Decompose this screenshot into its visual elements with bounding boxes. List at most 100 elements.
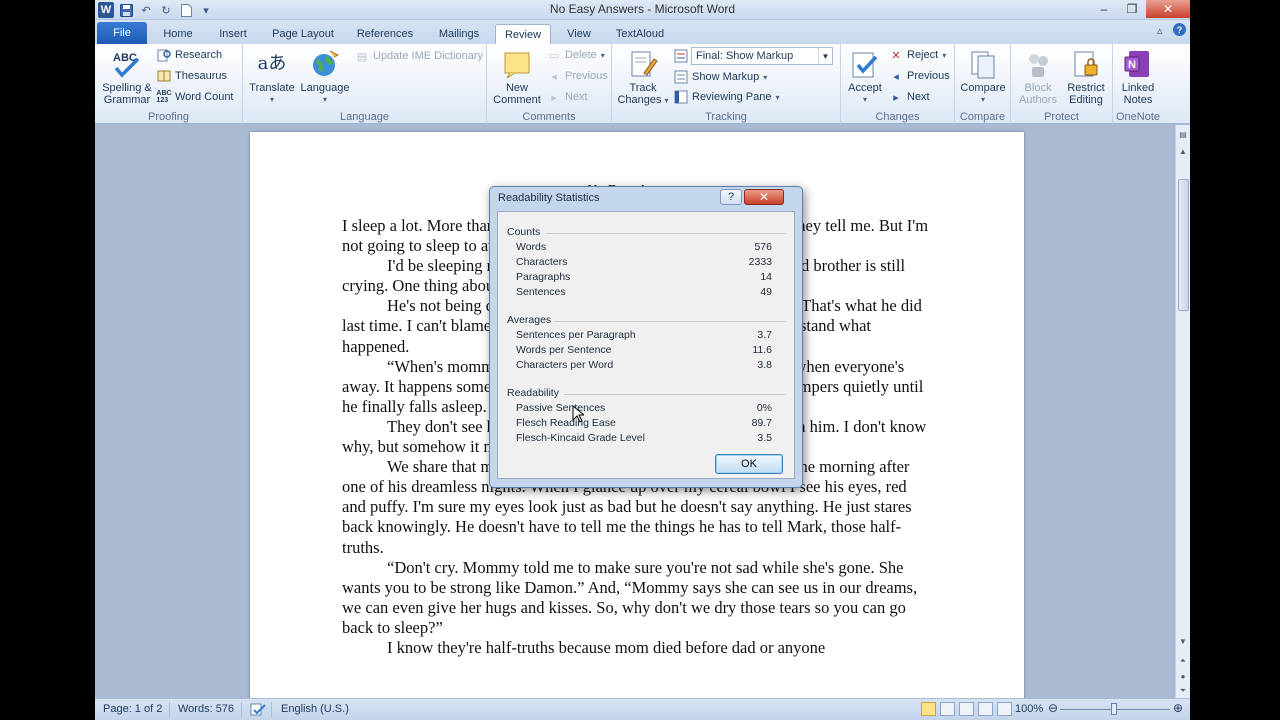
next-comment-label: Next bbox=[565, 91, 588, 103]
word-count-indicator[interactable]: Words: 576 bbox=[178, 703, 234, 715]
reject-caret-icon: ▾ bbox=[942, 50, 947, 60]
svg-text:N: N bbox=[1128, 59, 1136, 71]
web-layout-view-icon[interactable] bbox=[959, 702, 974, 716]
browse-object-icon[interactable]: ● bbox=[1177, 670, 1189, 682]
tab-home[interactable]: Home bbox=[153, 24, 203, 44]
accept-button[interactable]: Accept ▾ bbox=[843, 48, 887, 106]
language-button[interactable]: Language ▾ bbox=[297, 48, 353, 106]
previous-page-icon[interactable]: ⏶ bbox=[1177, 655, 1189, 667]
ok-button[interactable]: OK bbox=[715, 454, 783, 474]
zoom-level[interactable]: 100% bbox=[1015, 703, 1043, 715]
group-label-language: Language bbox=[340, 111, 389, 123]
group-label-proofing: Proofing bbox=[148, 111, 189, 123]
tab-insert[interactable]: Insert bbox=[208, 24, 258, 44]
proofing-status-icon[interactable] bbox=[250, 701, 266, 717]
stat-value: 14 bbox=[760, 271, 772, 283]
next-change-label: Next bbox=[907, 91, 930, 103]
show-markup-label: Show Markup bbox=[692, 71, 760, 83]
track-changes-button[interactable]: Track Changes ▾ bbox=[614, 48, 672, 107]
reject-button[interactable]: ✕ Reject ▾ bbox=[889, 48, 946, 62]
page-indicator[interactable]: Page: 1 of 2 bbox=[103, 703, 162, 715]
display-for-review-select[interactable]: Final: Show Markup ▼ bbox=[691, 47, 833, 65]
linked-notes-button[interactable]: N Linked Notes bbox=[1115, 48, 1161, 106]
tab-textaloud[interactable]: TextAloud bbox=[607, 24, 673, 44]
zoom-out-icon[interactable]: ⊖ bbox=[1048, 701, 1058, 715]
compare-button[interactable]: Compare ▾ bbox=[957, 48, 1009, 106]
dialog-close-icon[interactable]: ✕ bbox=[744, 189, 784, 205]
research-button[interactable]: Research bbox=[157, 48, 222, 62]
tab-references[interactable]: References bbox=[350, 24, 420, 44]
translate-button[interactable]: aあ Translate ▾ bbox=[247, 48, 297, 106]
zoom-in-icon[interactable]: ⊕ bbox=[1173, 701, 1183, 715]
track-changes-label-2-text: Changes bbox=[617, 94, 662, 106]
tab-review[interactable]: Review bbox=[495, 24, 551, 44]
previous-change-icon: ◂ bbox=[893, 70, 899, 83]
stat-value: 49 bbox=[760, 286, 772, 298]
show-markup-icon bbox=[674, 70, 688, 84]
previous-change-button[interactable]: ◂ Previous bbox=[889, 69, 950, 83]
track-changes-caret-icon: ▾ bbox=[664, 96, 669, 105]
translate-label: Translate bbox=[249, 82, 295, 94]
group-compare: Compare ▾ Compare bbox=[955, 44, 1011, 124]
block-authors-button[interactable]: Block Authors bbox=[1013, 48, 1063, 106]
next-comment-button[interactable]: ▸ Next bbox=[547, 90, 588, 104]
help-icon[interactable]: ? bbox=[1173, 23, 1186, 36]
thesaurus-button[interactable]: Thesaurus bbox=[157, 69, 227, 83]
markup-mode-glyph bbox=[674, 49, 688, 63]
stat-label: Flesch-Kincaid Grade Level bbox=[516, 432, 645, 444]
language-globe-icon bbox=[309, 48, 341, 80]
stat-label: Characters bbox=[516, 256, 568, 268]
previous-comment-button[interactable]: ◂ Previous bbox=[547, 69, 608, 83]
compare-icon bbox=[967, 48, 999, 80]
spelling-label-2: Grammar bbox=[103, 94, 151, 106]
compare-label: Compare bbox=[960, 82, 1006, 94]
window-title: No Easy Answers - Microsoft Word bbox=[549, 2, 736, 16]
spelling-icon: ABC bbox=[111, 48, 143, 80]
minimize-icon[interactable]: – bbox=[1090, 0, 1118, 18]
linked-notes-label-2: Notes bbox=[1123, 94, 1153, 106]
translate-caret-icon: ▾ bbox=[269, 95, 274, 104]
vertical-scrollbar[interactable]: ▤ ▲ ▼ ⏶ ● ⏷ bbox=[1175, 125, 1190, 698]
tab-file[interactable]: File bbox=[97, 22, 147, 44]
spelling-grammar-button[interactable]: ABC Spelling & Grammar bbox=[99, 48, 155, 106]
new-comment-button[interactable]: New Comment bbox=[489, 48, 545, 106]
mouse-pointer-icon bbox=[572, 405, 584, 423]
minimize-ribbon-icon[interactable]: ▵ bbox=[1157, 24, 1163, 37]
zoom-slider-thumb[interactable] bbox=[1111, 703, 1117, 715]
draft-view-icon[interactable] bbox=[997, 702, 1012, 716]
scroll-down-icon[interactable]: ▼ bbox=[1177, 635, 1189, 647]
restrict-editing-icon bbox=[1070, 48, 1102, 80]
update-ime-dictionary-button[interactable]: ▤ Update IME Dictionary bbox=[355, 49, 483, 63]
outline-view-icon[interactable] bbox=[978, 702, 993, 716]
ruler-toggle-icon[interactable]: ▤ bbox=[1177, 128, 1189, 140]
onenote-icon: N bbox=[1122, 48, 1154, 80]
next-page-icon[interactable]: ⏷ bbox=[1177, 685, 1189, 697]
language-indicator[interactable]: English (U.S.) bbox=[281, 703, 349, 715]
tab-page-layout[interactable]: Page Layout bbox=[265, 24, 341, 44]
track-changes-icon bbox=[627, 48, 659, 80]
delete-comment-button[interactable]: ▭ Delete ▾ bbox=[547, 48, 605, 62]
stat-label: Characters per Word bbox=[516, 359, 614, 371]
scroll-up-icon[interactable]: ▲ bbox=[1177, 145, 1189, 157]
dialog-help-button[interactable]: ? bbox=[720, 189, 742, 205]
full-screen-reading-view-icon[interactable] bbox=[940, 702, 955, 716]
group-label-compare: Compare bbox=[959, 111, 1006, 123]
next-change-button[interactable]: ▸ Next bbox=[889, 90, 930, 104]
group-comments: New Comment ▭ Delete ▾ ◂ Previous ▸ Next… bbox=[487, 44, 612, 124]
show-markup-button[interactable]: Show Markup ▾ bbox=[674, 70, 767, 84]
readability-heading: Readability bbox=[507, 387, 559, 399]
restrict-editing-button[interactable]: Restrict Editing bbox=[1061, 48, 1111, 106]
reviewing-pane-label: Reviewing Pane bbox=[692, 91, 772, 103]
word-count-button[interactable]: ABC 123 Word Count bbox=[156, 90, 233, 104]
status-separator bbox=[271, 702, 272, 717]
print-layout-view-icon[interactable] bbox=[921, 702, 936, 716]
close-icon[interactable]: ✕ bbox=[1146, 0, 1190, 18]
restore-icon[interactable]: ❐ bbox=[1118, 0, 1146, 18]
dialog-body: Counts Words 576 Characters 2333 Paragra… bbox=[497, 211, 795, 479]
scroll-thumb[interactable] bbox=[1178, 179, 1189, 311]
reviewing-pane-caret-icon: ▾ bbox=[775, 92, 780, 102]
reviewing-pane-button[interactable]: Reviewing Pane ▾ bbox=[674, 90, 780, 104]
tab-mailings[interactable]: Mailings bbox=[428, 24, 490, 44]
previous-change-label: Previous bbox=[907, 70, 950, 82]
tab-view[interactable]: View bbox=[557, 24, 601, 44]
